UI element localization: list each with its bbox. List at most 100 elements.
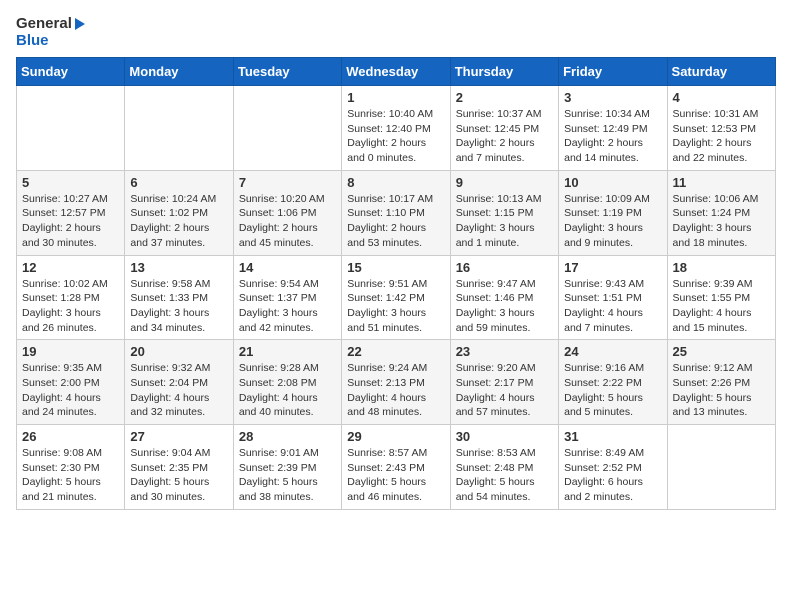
calendar-cell: 18 Sunrise: 9:39 AM Sunset: 1:55 PM Dayli… [667,255,775,340]
weekday-header-cell: Wednesday [342,58,450,86]
weekday-header-cell: Friday [559,58,667,86]
day-number: 1 [347,90,444,105]
header: General Blue [16,16,776,49]
day-number: 13 [130,260,227,275]
calendar-cell [667,425,775,510]
day-info: Sunrise: 10:34 AM Sunset: 12:49 PM Dayli… [564,107,661,166]
calendar-cell: 23 Sunrise: 9:20 AM Sunset: 2:17 PM Dayli… [450,340,558,425]
day-number: 21 [239,344,336,359]
calendar-cell: 5 Sunrise: 10:27 AM Sunset: 12:57 PM Dayl… [17,170,125,255]
calendar-cell: 3 Sunrise: 10:34 AM Sunset: 12:49 PM Dayl… [559,86,667,171]
day-info: Sunrise: 10:09 AM Sunset: 1:19 PM Daylig… [564,192,661,251]
calendar-cell: 19 Sunrise: 9:35 AM Sunset: 2:00 PM Dayli… [17,340,125,425]
calendar-cell: 14 Sunrise: 9:54 AM Sunset: 1:37 PM Dayli… [233,255,341,340]
day-info: Sunrise: 10:24 AM Sunset: 1:02 PM Daylig… [130,192,227,251]
calendar-cell: 7Sunrise: 10:20 AM Sunset: 1:06 PM Dayli… [233,170,341,255]
weekday-header: SundayMondayTuesdayWednesdayThursdayFrid… [17,58,776,86]
calendar-cell: 25 Sunrise: 9:12 AM Sunset: 2:26 PM Dayli… [667,340,775,425]
calendar-cell: 12 Sunrise: 10:02 AM Sunset: 1:28 PM Dayl… [17,255,125,340]
day-number: 7 [239,175,336,190]
day-number: 2 [456,90,553,105]
day-number: 24 [564,344,661,359]
day-info: Sunrise: 9:51 AM Sunset: 1:42 PM Dayligh… [347,277,444,336]
day-info: Sunrise: 10:27 AM Sunset: 12:57 PM Dayli… [22,192,119,251]
day-info: Sunrise: 9:28 AM Sunset: 2:08 PM Dayligh… [239,361,336,420]
calendar-cell: 13 Sunrise: 9:58 AM Sunset: 1:33 PM Dayli… [125,255,233,340]
day-number: 23 [456,344,553,359]
day-number: 17 [564,260,661,275]
day-info: Sunrise: 9:35 AM Sunset: 2:00 PM Dayligh… [22,361,119,420]
day-number: 16 [456,260,553,275]
day-info: Sunrise: 10:13 AM Sunset: 1:15 PM Daylig… [456,192,553,251]
day-info: Sunrise: 9:20 AM Sunset: 2:17 PM Dayligh… [456,361,553,420]
day-info: Sunrise: 9:24 AM Sunset: 2:13 PM Dayligh… [347,361,444,420]
calendar-cell: 16 Sunrise: 9:47 AM Sunset: 1:46 PM Dayli… [450,255,558,340]
weekday-header-cell: Thursday [450,58,558,86]
day-number: 25 [673,344,770,359]
day-info: Sunrise: 9:54 AM Sunset: 1:37 PM Dayligh… [239,277,336,336]
calendar-cell [17,86,125,171]
day-number: 28 [239,429,336,444]
day-info: Sunrise: 9:12 AM Sunset: 2:26 PM Dayligh… [673,361,770,420]
calendar-cell: 30 Sunrise: 8:53 AM Sunset: 2:48 PM Dayli… [450,425,558,510]
day-number: 31 [564,429,661,444]
day-info: Sunrise: 9:04 AM Sunset: 2:35 PM Dayligh… [130,446,227,505]
calendar-row: 19 Sunrise: 9:35 AM Sunset: 2:00 PM Dayli… [17,340,776,425]
day-number: 22 [347,344,444,359]
calendar: SundayMondayTuesdayWednesdayThursdayFrid… [16,57,776,510]
weekday-header-cell: Monday [125,58,233,86]
calendar-cell: 10 Sunrise: 10:09 AM Sunset: 1:19 PM Dayl… [559,170,667,255]
day-number: 3 [564,90,661,105]
calendar-cell [233,86,341,171]
day-info: Sunrise: 10:17 AM Sunset: 1:10 PM Daylig… [347,192,444,251]
day-number: 26 [22,429,119,444]
calendar-cell: 6 Sunrise: 10:24 AM Sunset: 1:02 PM Dayli… [125,170,233,255]
calendar-cell: 28 Sunrise: 9:01 AM Sunset: 2:39 PM Dayli… [233,425,341,510]
calendar-row: 26 Sunrise: 9:08 AM Sunset: 2:30 PM Dayli… [17,425,776,510]
day-number: 8 [347,175,444,190]
day-info: Sunrise: 9:01 AM Sunset: 2:39 PM Dayligh… [239,446,336,505]
day-number: 15 [347,260,444,275]
day-number: 19 [22,344,119,359]
day-number: 30 [456,429,553,444]
day-info: Sunrise: 9:39 AM Sunset: 1:55 PM Dayligh… [673,277,770,336]
weekday-header-cell: Saturday [667,58,775,86]
day-number: 5 [22,175,119,190]
day-info: Sunrise: 10:02 AM Sunset: 1:28 PM Daylig… [22,277,119,336]
calendar-cell: 2 Sunrise: 10:37 AM Sunset: 12:45 PM Dayl… [450,86,558,171]
day-info: Sunrise: 9:58 AM Sunset: 1:33 PM Dayligh… [130,277,227,336]
calendar-cell: 4 Sunrise: 10:31 AM Sunset: 12:53 PM Dayl… [667,86,775,171]
day-info: Sunrise: 10:37 AM Sunset: 12:45 PM Dayli… [456,107,553,166]
day-info: Sunrise: 10:31 AM Sunset: 12:53 PM Dayli… [673,107,770,166]
calendar-cell: 24 Sunrise: 9:16 AM Sunset: 2:22 PM Dayli… [559,340,667,425]
logo: General Blue [16,16,85,49]
calendar-body: 1 Sunrise: 10:40 AM Sunset: 12:40 PM Dayl… [17,86,776,510]
day-info: Sunrise: 9:16 AM Sunset: 2:22 PM Dayligh… [564,361,661,420]
day-info: Sunrise: 8:53 AM Sunset: 2:48 PM Dayligh… [456,446,553,505]
day-number: 10 [564,175,661,190]
day-info: Sunrise: 8:57 AM Sunset: 2:43 PM Dayligh… [347,446,444,505]
day-number: 14 [239,260,336,275]
day-number: 12 [22,260,119,275]
day-info: Sunrise: 8:49 AM Sunset: 2:52 PM Dayligh… [564,446,661,505]
calendar-cell: 11 Sunrise: 10:06 AM Sunset: 1:24 PM Dayl… [667,170,775,255]
day-info: Sunrise: 9:47 AM Sunset: 1:46 PM Dayligh… [456,277,553,336]
day-info: Sunrise: 9:08 AM Sunset: 2:30 PM Dayligh… [22,446,119,505]
calendar-cell: 15 Sunrise: 9:51 AM Sunset: 1:42 PM Dayli… [342,255,450,340]
calendar-row: 12 Sunrise: 10:02 AM Sunset: 1:28 PM Dayl… [17,255,776,340]
calendar-cell: 29Sunrise: 8:57 AM Sunset: 2:43 PM Dayli… [342,425,450,510]
weekday-header-cell: Sunday [17,58,125,86]
calendar-cell: 26 Sunrise: 9:08 AM Sunset: 2:30 PM Dayli… [17,425,125,510]
day-info: Sunrise: 10:40 AM Sunset: 12:40 PM Dayli… [347,107,444,166]
calendar-cell: 27Sunrise: 9:04 AM Sunset: 2:35 PM Dayli… [125,425,233,510]
day-number: 4 [673,90,770,105]
day-number: 9 [456,175,553,190]
day-number: 20 [130,344,227,359]
day-number: 11 [673,175,770,190]
day-number: 6 [130,175,227,190]
calendar-cell: 1 Sunrise: 10:40 AM Sunset: 12:40 PM Dayl… [342,86,450,171]
logo-general: General [16,16,85,33]
day-info: Sunrise: 10:06 AM Sunset: 1:24 PM Daylig… [673,192,770,251]
calendar-cell: 21 Sunrise: 9:28 AM Sunset: 2:08 PM Dayli… [233,340,341,425]
day-number: 18 [673,260,770,275]
